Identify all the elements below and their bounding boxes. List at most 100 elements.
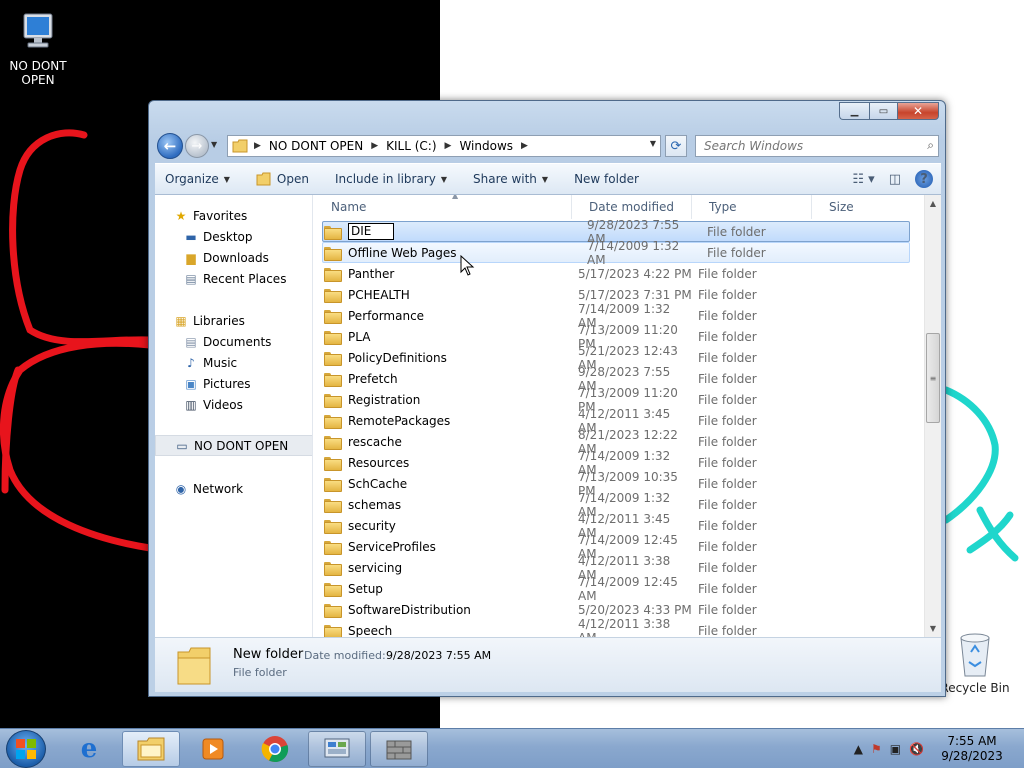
column-type[interactable]: Type [692,195,812,219]
nav-item-label: Documents [203,334,272,349]
table-row[interactable]: Offline Web Pages 7/14/2009 1:32 AM File f… [322,239,910,267]
nav-item-label: Recent Places [203,271,287,286]
taskbar-windows-explorer[interactable] [122,731,180,767]
nav-item-network[interactable]: ◉ Network [155,478,312,499]
file-name: Setup [348,581,383,596]
explorer-window[interactable]: ▁ ▭ ✕ ← → ▼ ▶ NO DONT OPEN ▶ KILL (C:) ▶… [148,100,946,697]
breadcrumb-windows[interactable]: Windows [459,139,513,153]
open-label: Open [276,172,309,186]
table-row[interactable]: Setup 7/14/2009 12:45 AM File folder [314,575,924,603]
chrome-icon [261,736,289,763]
share-with-button[interactable]: Share with ▼ [473,172,548,186]
nav-item-videos[interactable]: ▥ Videos [155,394,312,415]
refresh-button[interactable]: ⟳ [665,135,687,157]
nav-item-computer[interactable]: ▭ NO DONT OPEN [155,435,312,456]
search-icon[interactable]: ⌕ [927,138,934,153]
rename-input[interactable]: DIE [348,223,394,240]
start-button[interactable] [6,730,46,768]
table-row[interactable]: Panther 5/17/2023 4:22 PM File folder [314,263,924,284]
taskbar-chrome[interactable] [246,731,304,767]
address-dropdown-button[interactable]: ▼ [650,139,656,148]
forward-button[interactable]: → [185,134,209,158]
taskbar-internet-explorer[interactable]: e [60,731,118,767]
clock[interactable]: 7:55 AM 9/28/2023 [932,734,1012,764]
open-button[interactable]: Open [256,172,309,186]
file-date-modified: 5/20/2023 4:33 PM [578,602,692,617]
file-name-cell: Offline Web Pages [323,246,581,261]
details-type: File folder [233,666,287,679]
address-bar[interactable]: ▶ NO DONT OPEN ▶ KILL (C:) ▶ Windows ▶ ▼ [227,135,661,157]
breadcrumb-drive[interactable]: KILL (C:) [386,139,436,153]
table-row[interactable]: Speech 4/12/2011 3:38 AM File folder [314,617,924,637]
maximize-button[interactable]: ▭ [869,102,897,120]
folder-icon [324,624,342,637]
volume-muted-icon[interactable]: 🔇 [909,742,924,756]
clock-time: 7:55 AM [947,734,997,748]
desktop-icon-computer[interactable]: NO DONT OPEN [0,8,76,87]
computer-icon [23,13,53,48]
breadcrumb-separator[interactable]: ▶ [371,141,378,151]
videos-icon: ▥ [185,397,197,412]
column-size[interactable]: Size [812,195,912,219]
column-date-modified[interactable]: Date modified [572,195,692,219]
caption-buttons: ▁ ▭ ✕ [839,102,939,120]
file-type: File folder [698,371,757,386]
taskbar-media-player[interactable] [184,731,242,767]
nav-item-label: Desktop [203,229,253,244]
file-name-cell: Setup [314,581,572,597]
folder-icon [324,603,342,618]
nav-item-pictures[interactable]: ▣ Pictures [155,373,312,394]
nav-item-desktop[interactable]: ▬ Desktop [155,226,312,247]
new-folder-button[interactable]: New folder [574,172,639,186]
recent-pages-button[interactable]: ▼ [211,140,217,149]
help-icon[interactable]: ? [915,170,933,188]
nav-item-recent-places[interactable]: ▤ Recent Places [155,268,312,289]
search-input[interactable] [696,136,906,156]
file-name-cell: security [314,519,572,534]
taskbar-app-unknown[interactable] [370,731,428,767]
breadcrumb-separator[interactable]: ▶ [521,141,528,151]
folder-icon [324,561,342,576]
action-center-icon[interactable]: ⚑ [871,742,882,756]
file-name-cell: Registration [314,393,572,408]
windows-logo-icon [16,739,36,759]
file-date-modified: 5/17/2023 7:31 PM [578,287,692,302]
organize-button[interactable]: Organize ▼ [165,172,230,186]
scroll-thumb[interactable]: ≡ [926,333,940,423]
file-name-cell: SoftwareDistribution [314,603,572,618]
file-name-cell: SchCache [314,477,572,492]
close-button[interactable]: ✕ [897,102,939,120]
nav-item-music[interactable]: ♪ Music [155,352,312,373]
minimize-button[interactable]: ▁ [839,102,869,120]
include-in-library-button[interactable]: Include in library ▼ [335,172,447,186]
nav-item-downloads[interactable]: ▆ Downloads [155,247,312,268]
nav-item-libraries[interactable]: ▦ Libraries [155,310,312,331]
file-name: schemas [348,497,402,512]
search-box[interactable]: ⌕ [695,135,939,157]
nav-item-documents[interactable]: ▤ Documents [155,331,312,352]
preview-pane-icon[interactable]: ◫ [889,172,901,187]
file-type: File folder [698,308,757,323]
nav-item-favorites[interactable]: ★ Favorites [155,205,312,226]
back-button[interactable]: ← [157,133,183,159]
taskbar-control-panel[interactable] [308,731,366,767]
change-view-icon[interactable]: ☷ ▾ [852,172,874,187]
breadcrumb-separator[interactable]: ▶ [254,141,261,151]
vertical-scrollbar[interactable]: ▲ ≡ ▼ [924,195,941,637]
system-tray: ▲ ⚑ ▣ 🔇 7:55 AM 9/28/2023 [854,729,1024,768]
file-type: File folder [698,329,757,344]
column-name[interactable]: Name [314,195,572,219]
scroll-down-icon[interactable]: ▼ [925,620,941,637]
column-headers: Name Date modified Type Size ▲ [314,195,924,219]
file-name: Resources [348,455,410,470]
scroll-up-icon[interactable]: ▲ [925,195,941,212]
file-type: File folder [698,434,757,449]
breadcrumb-separator[interactable]: ▶ [445,141,452,151]
breadcrumb-computer[interactable]: NO DONT OPEN [269,139,363,153]
file-name: RemotePackages [348,413,451,428]
chevron-down-icon: ▼ [223,174,230,184]
network-status-icon[interactable]: ▣ [890,742,901,756]
show-hidden-icons-icon[interactable]: ▲ [854,742,863,756]
open-folder-icon [256,172,271,186]
desktop-icon-recycle-bin[interactable]: Recycle Bin [937,630,1013,695]
